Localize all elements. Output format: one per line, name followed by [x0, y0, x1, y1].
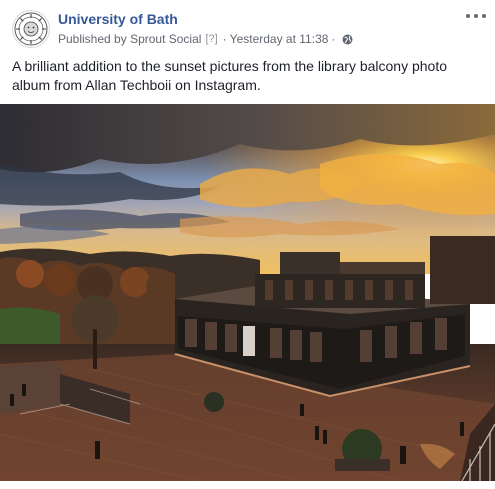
more-options-icon[interactable]: [465, 8, 487, 24]
post-meta: Published by Sprout Social [?] · Yesterd…: [58, 32, 353, 46]
post-footer-strip: [0, 481, 495, 489]
published-by-label: Published by: [58, 32, 127, 46]
sunset-campus-photo: [0, 104, 495, 481]
page-name-link[interactable]: University of Bath: [58, 11, 178, 27]
globe-icon[interactable]: [342, 34, 353, 45]
timestamp-link[interactable]: Yesterday at 11:38: [230, 32, 329, 46]
meta-separator: ·: [222, 32, 227, 46]
post-photo[interactable]: [0, 104, 495, 481]
help-link[interactable]: [?]: [205, 33, 217, 45]
meta-separator-2: ·: [331, 32, 336, 46]
publisher-link[interactable]: Sprout Social: [130, 32, 201, 46]
page-avatar[interactable]: [12, 10, 50, 48]
facebook-post: University of Bath Published by Sprout S…: [0, 0, 495, 489]
university-seal-icon: [14, 12, 48, 46]
post-text: A brilliant addition to the sunset pictu…: [12, 58, 448, 93]
